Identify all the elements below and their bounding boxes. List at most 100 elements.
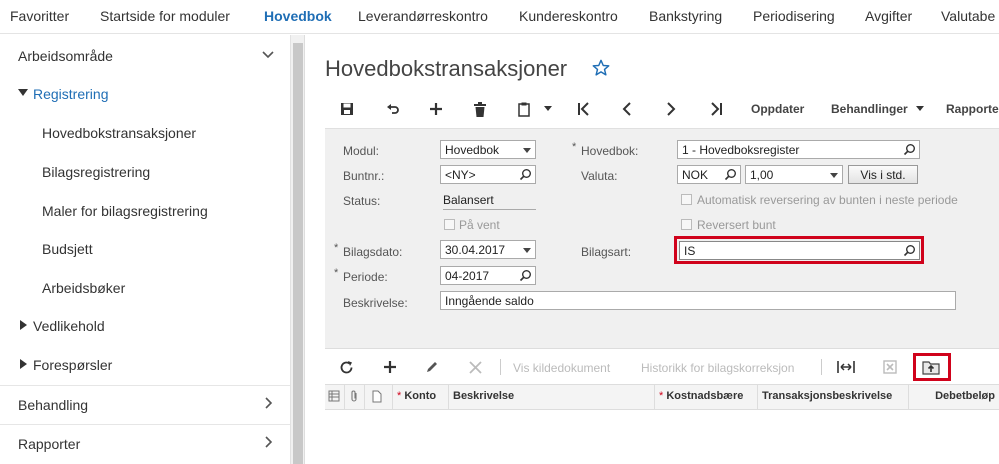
oppdater-button[interactable]: Oppdater — [751, 102, 804, 116]
column-transaksjonsbeskrivelse[interactable]: Transaksjonsbeskrivelse — [758, 385, 909, 411]
historikk-button: Historikk for bilagskorreksjon — [641, 361, 795, 375]
sidebar-item-bilagsregistrering[interactable]: Bilagsregistrering — [0, 153, 290, 191]
header-form: Modul: Hovedbok Buntnr.: <NY> Status: Ba… — [325, 128, 999, 348]
sidebar-item-budsjett[interactable]: Budsjett — [0, 230, 290, 268]
valuta-value: NOK — [682, 168, 709, 182]
valuta-label: Valuta: — [581, 169, 618, 183]
save-icon[interactable] — [337, 99, 357, 119]
valuta-input[interactable]: NOK — [677, 165, 741, 184]
nav-valutabehandling[interactable]: Valutabe — [941, 8, 995, 24]
paperclip-icon — [351, 390, 357, 402]
search-icon[interactable] — [519, 168, 532, 181]
modul-value: Hovedbok — [445, 143, 500, 157]
attachment-col[interactable] — [345, 385, 365, 411]
nav-kundereskontro[interactable]: Kundereskontro — [519, 8, 618, 24]
last-record-icon[interactable] — [706, 99, 726, 119]
hovedbok-label: Hovedbok: — [581, 144, 639, 158]
sidebar-arbeidsomrade[interactable]: Arbeidsområde — [0, 37, 290, 75]
bilagsdato-picker[interactable]: 30.04.2017 — [440, 240, 536, 259]
sidebar-item-label: Bilagsregistrering — [42, 164, 151, 180]
column-debetbelop[interactable]: Debetbeløp — [909, 385, 999, 411]
nav-avgifter[interactable]: Avgifter — [865, 8, 912, 24]
column-kostnadsbaere-label: Kostnadsbære — [666, 390, 744, 402]
search-icon[interactable] — [903, 143, 916, 156]
nav-hovedbok[interactable]: Hovedbok — [264, 8, 332, 24]
sidebar-foresporsler[interactable]: Forespørsler — [0, 346, 290, 384]
note-col[interactable] — [365, 385, 393, 411]
first-record-icon[interactable] — [574, 99, 594, 119]
vis-i-std-button[interactable]: Vis i std. — [848, 165, 918, 184]
sidebar-registrering[interactable]: Registrering — [0, 75, 290, 113]
sidebar-item-label: Budsjett — [42, 241, 93, 257]
column-debetbelop-label: Debetbeløp — [935, 390, 995, 402]
previous-record-icon[interactable] — [617, 99, 637, 119]
bilagsdato-value: 30.04.2017 — [445, 243, 506, 257]
dropdown-arrow-icon — [830, 173, 838, 178]
sidebar-rapporter[interactable]: Rapporter — [0, 424, 290, 462]
valuta-rate-select[interactable]: 1,00 — [745, 165, 843, 184]
nav-periodisering[interactable]: Periodisering — [753, 8, 835, 24]
grid-settings-col[interactable] — [325, 385, 345, 411]
edit-icon[interactable] — [422, 357, 442, 377]
column-konto[interactable]: * Konto — [393, 385, 449, 411]
next-record-icon[interactable] — [661, 99, 681, 119]
bilagsart-label: Bilagsart: — [581, 245, 632, 259]
periode-label: Periode: — [343, 270, 388, 284]
sidebar-vedlikehold-label: Vedlikehold — [33, 318, 105, 334]
modul-label: Modul: — [343, 144, 380, 158]
column-konto-label: Konto — [404, 390, 437, 402]
star-icon[interactable] — [592, 59, 610, 77]
periode-input[interactable]: 04-2017 — [440, 266, 536, 285]
nav-favoritter[interactable]: Favoritter — [10, 8, 69, 24]
search-icon[interactable] — [724, 168, 737, 181]
sidebar-vedlikehold[interactable]: Vedlikehold — [0, 307, 290, 345]
sidebar-registrering-label: Registrering — [33, 86, 109, 102]
behandlinger-button[interactable]: Behandlinger — [831, 102, 908, 116]
status-label: Status: — [343, 194, 381, 208]
caret-right-icon — [20, 320, 27, 330]
sidebar-item-maler[interactable]: Maler for bilagsregistrering — [0, 192, 290, 230]
sidebar-foresporsler-label: Forespørsler — [33, 357, 113, 373]
nav-leverandorreskontro[interactable]: Leverandørreskontro — [358, 8, 488, 24]
nav-startside[interactable]: Startside for moduler — [100, 8, 230, 24]
column-beskrivelse-label: Beskrivelse — [453, 390, 515, 402]
rapporter-button[interactable]: Rapporter — [946, 102, 999, 116]
undo-icon[interactable] — [383, 99, 403, 119]
sidebar-scrollbar[interactable] — [290, 35, 304, 464]
scrollbar-thumb[interactable] — [293, 43, 303, 464]
pa-vent-checkbox[interactable] — [444, 219, 455, 230]
grid-settings-icon[interactable] — [328, 390, 340, 402]
grid-body[interactable] — [325, 410, 999, 464]
delete-icon[interactable] — [470, 99, 490, 119]
add-row-icon[interactable] — [380, 357, 400, 377]
export-excel-icon — [880, 357, 900, 377]
buntnr-input[interactable]: <NY> — [440, 165, 536, 184]
column-beskrivelse[interactable]: Beskrivelse — [449, 385, 655, 411]
periode-value: 04-2017 — [445, 269, 490, 283]
hovedbok-input[interactable]: 1 - Hovedboksregister — [677, 140, 920, 159]
bilagsart-highlight-frame — [674, 236, 924, 264]
auto-reversering-checkbox[interactable] — [681, 194, 692, 205]
nav-bankstyring[interactable]: Bankstyring — [649, 8, 722, 24]
sidebar-item-hovedbokstransaksjoner[interactable]: Hovedbokstransaksjoner — [0, 114, 290, 152]
clipboard-icon[interactable] — [514, 99, 534, 119]
search-icon[interactable] — [519, 269, 532, 282]
status-value: Balansert — [443, 193, 536, 210]
refresh-icon[interactable] — [336, 357, 356, 377]
beskrivelse-input[interactable]: Inngående saldo — [440, 291, 956, 310]
add-icon[interactable] — [426, 99, 446, 119]
column-kostnadsbaere[interactable]: * Kostnadsbære — [655, 385, 758, 411]
grid-header: * Konto Beskrivelse * Kostnadsbære Trans… — [325, 384, 999, 411]
behandlinger-caret-icon[interactable] — [916, 106, 924, 112]
chevron-right-icon — [265, 436, 273, 448]
modul-select[interactable]: Hovedbok — [440, 140, 536, 159]
sidebar-behandling[interactable]: Behandling — [0, 385, 290, 423]
caret-down-icon[interactable] — [538, 99, 558, 119]
fit-columns-icon[interactable] — [836, 357, 856, 377]
sidebar-item-label: Maler for bilagsregistrering — [42, 203, 208, 219]
sidebar-item-arbeidsboker[interactable]: Arbeidsbøker — [0, 269, 290, 307]
grid-toolbar: Vis kildedokument Historikk for bilagsko… — [325, 348, 999, 384]
required-marker: * — [572, 141, 577, 153]
note-icon — [372, 390, 382, 403]
caret-right-icon — [20, 359, 27, 369]
